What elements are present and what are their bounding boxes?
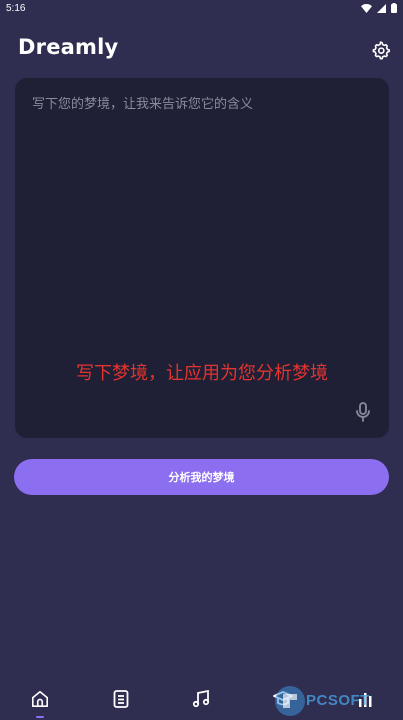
nav-active-indicator [36,716,44,718]
gear-icon [372,40,390,60]
status-time: 5:16 [6,3,26,14]
status-bar: 5:16 [0,0,403,18]
watermark-text: PCSOFT [306,692,370,709]
microphone-icon [356,402,370,422]
battery-icon [391,3,397,13]
overlay-caption: 写下梦境，让应用为您分析梦境 [76,363,328,384]
watermark: PCSOFT [270,681,403,720]
wifi-icon [361,3,372,13]
settings-button[interactable] [370,40,390,60]
music-icon [192,690,210,708]
home-icon [31,690,49,708]
dream-input-placeholder: 写下您的梦境，让我来告诉您它的含义 [32,97,254,112]
nav-item-journal[interactable] [110,688,132,710]
nav-item-home[interactable] [29,688,51,710]
document-icon [113,690,129,708]
app-title: Dreamly [18,35,119,59]
watermark-logo [275,686,305,716]
signal-icon [377,3,386,13]
status-icons [361,3,397,13]
analyze-dream-button[interactable]: 分析我的梦境 [14,459,389,495]
nav-item-music[interactable] [190,688,212,710]
voice-input-button[interactable] [353,401,373,423]
